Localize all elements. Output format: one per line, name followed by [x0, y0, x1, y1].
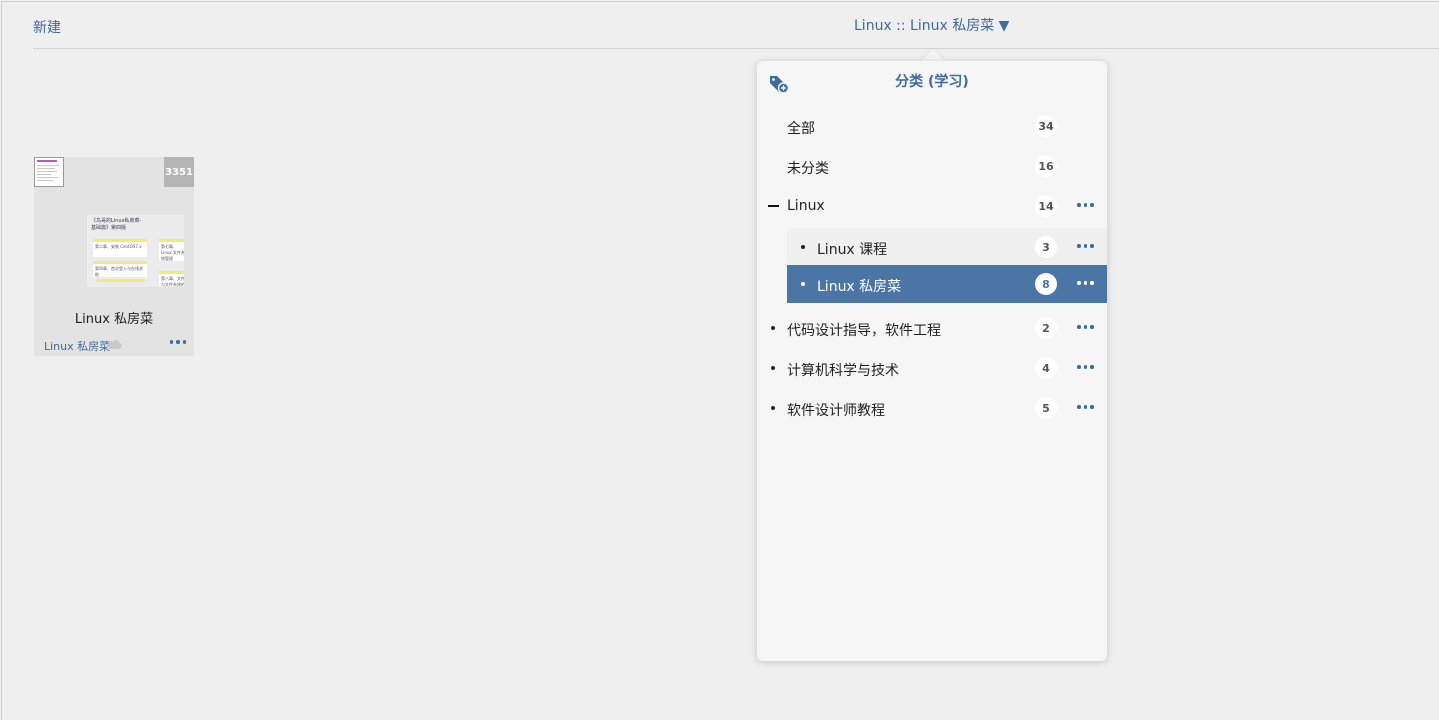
category-row-uncategorized[interactable]: 未分类 16	[757, 147, 1107, 185]
category-label: Linux	[787, 198, 825, 214]
preview-node: 第七章、Linux 文件系统管理	[159, 239, 184, 261]
category-count: 5	[1035, 397, 1057, 419]
notebook-selector[interactable]: Linux :: Linux 私房菜 ▼	[854, 15, 1009, 35]
preview-node: 第二章、安装 CentOS7.x	[93, 239, 147, 257]
top-bar: 新建 Linux :: Linux 私房菜 ▼	[33, 2, 1439, 49]
bullet-icon	[771, 326, 775, 330]
more-dots-icon[interactable]	[1077, 281, 1094, 285]
category-row-linux-kitchen[interactable]: Linux 私房菜 8	[787, 265, 1107, 303]
category-row-computer-science[interactable]: 计算机科学与技术 4	[757, 349, 1107, 387]
category-row-linux-course[interactable]: Linux 课程 3	[787, 228, 1107, 266]
mindmap-preview: 《鸟哥的Linux私房菜-基础篇》第四版 第二章、安装 CentOS7.x 第七…	[87, 215, 184, 287]
bullet-icon	[801, 245, 805, 249]
category-label: 代码设计指导，软件工程	[787, 323, 941, 339]
card-more-icon[interactable]	[169, 340, 186, 344]
page-thumbnail	[34, 157, 64, 187]
collapse-icon[interactable]	[768, 205, 779, 207]
category-count: 34	[1035, 115, 1057, 137]
category-row-software-designer[interactable]: 软件设计师教程 5	[757, 389, 1107, 427]
category-label: 全部	[787, 121, 815, 137]
notebook-card[interactable]: 3351 《鸟哥的Linux私房菜-基础篇》第四版 第二章、安装 CentOS7…	[34, 157, 194, 356]
card-category[interactable]: Linux 私房菜	[44, 338, 110, 354]
more-dots-icon[interactable]	[1077, 405, 1094, 409]
more-dots-icon[interactable]	[1077, 203, 1094, 207]
preview-heading: 《鸟哥的Linux私房菜-基础篇》第四版	[91, 218, 142, 231]
preview-node: 第四章、首次登入与在线求助	[93, 261, 147, 277]
category-label: 软件设计师教程	[787, 403, 885, 419]
category-count: 3	[1035, 236, 1057, 258]
category-label: 未分类	[787, 161, 829, 177]
popover-caret	[921, 49, 945, 61]
new-button[interactable]: 新建	[33, 17, 61, 37]
category-count: 2	[1035, 317, 1057, 339]
category-popover: 分类 (学习) 全部 34 未分类 16 Linux 14 Linux 课程 3…	[757, 61, 1107, 661]
category-count: 14	[1035, 195, 1057, 217]
popover-title: 分类 (学习)	[895, 74, 969, 90]
page-count-badge: 3351	[164, 157, 194, 187]
app-window: 新建 Linux :: Linux 私房菜 ▼ 3351 《鸟哥的Linux私房…	[1, 1, 1439, 720]
category-row-all[interactable]: 全部 34	[757, 107, 1107, 145]
category-count: 8	[1035, 273, 1057, 295]
category-row-linux[interactable]: Linux 14	[757, 187, 1107, 225]
category-label: Linux 课程	[817, 242, 888, 258]
more-dots-icon[interactable]	[1077, 244, 1094, 248]
more-dots-icon[interactable]	[1077, 365, 1094, 369]
category-count: 4	[1035, 357, 1057, 379]
bullet-icon	[801, 282, 805, 286]
category-row-software-engineering[interactable]: 代码设计指导，软件工程 2	[757, 309, 1107, 347]
category-label: 计算机科学与技术	[787, 363, 899, 379]
cloud-icon	[106, 339, 122, 349]
bullet-icon	[771, 406, 775, 410]
more-dots-icon[interactable]	[1077, 325, 1094, 329]
card-title: Linux 私房菜	[74, 312, 154, 327]
bullet-icon	[771, 366, 775, 370]
preview-node: 第八章、文件与文件系统的压缩	[159, 271, 184, 287]
category-label: Linux 私房菜	[817, 279, 902, 295]
category-count: 16	[1035, 155, 1057, 177]
